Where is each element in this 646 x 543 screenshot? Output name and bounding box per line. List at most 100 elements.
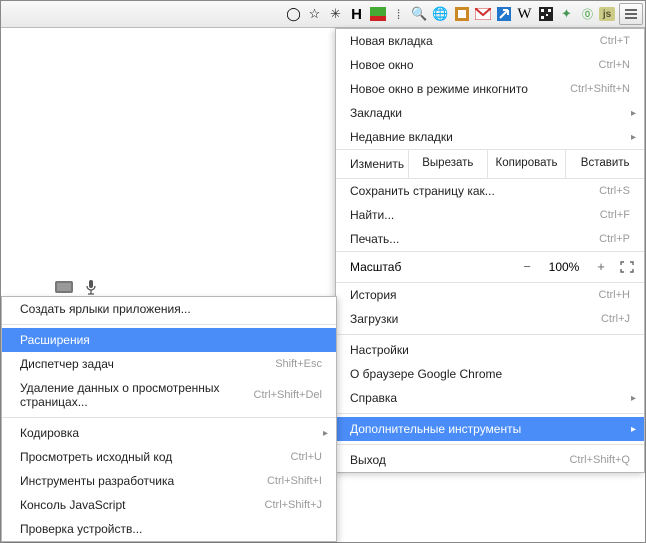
menu-label: Загрузки [350,312,398,326]
menu-label: Кодировка [20,426,79,440]
ext-bug-icon[interactable]: ✳ [326,5,345,24]
menu-label: Дополнительные инструменты [350,422,521,436]
hamburger-icon [624,8,638,20]
submenu-inspect-devices[interactable]: Проверка устройств... [2,517,336,541]
menu-new-tab[interactable]: Новая вкладка Ctrl+T [336,29,644,53]
menu-recent-tabs[interactable]: Недавние вкладки [336,125,644,149]
ext-zero-icon[interactable]: ⓪ [578,5,597,24]
menu-label: Новое окно в режиме инкогнито [350,82,528,96]
submenu-extensions[interactable]: Расширения [2,328,336,352]
menu-edit-row: Изменить Вырезать Копировать Вставить [336,149,644,179]
menu-label: Диспетчер задач [20,357,114,371]
zoom-label: Масштаб [350,260,514,274]
ext-flag-icon[interactable] [368,5,387,24]
menu-label: Печать... [350,232,399,246]
shortcut-text: Ctrl+F [600,209,630,221]
separator [336,413,644,414]
menu-print[interactable]: Печать... Ctrl+P [336,227,644,251]
ext-box-icon[interactable] [452,5,471,24]
menu-label: Инструменты разработчика [20,474,174,488]
ext-js-icon[interactable]: js [599,7,615,21]
shortcut-text: Ctrl+H [599,289,630,301]
ext-globe-icon[interactable]: 🌐 [431,5,450,24]
menu-exit[interactable]: Выход Ctrl+Shift+Q [336,448,644,472]
menu-label: Расширения [20,333,90,347]
separator [2,324,336,325]
ext-w-icon[interactable]: W [515,5,534,24]
submenu-create-shortcuts[interactable]: Создать ярлыки приложения... [2,297,336,321]
zoom-out-button[interactable]: − [514,256,540,278]
menu-label: Консоль JavaScript [20,498,125,512]
menu-label: Сохранить страницу как... [350,184,495,198]
menu-help[interactable]: Справка [336,386,644,410]
submenu-view-source[interactable]: Просмотреть исходный код Ctrl+U [2,445,336,469]
zoom-value: 100% [540,260,588,274]
menu-label: Просмотреть исходный код [20,450,172,464]
menu-label: О браузере Google Chrome [350,367,502,381]
menu-label: Новая вкладка [350,34,433,48]
ext-gmail-icon[interactable] [473,5,492,24]
menu-label: Создать ярлыки приложения... [20,302,191,316]
paste-button[interactable]: Вставить [565,150,644,178]
menu-bookmarks[interactable]: Закладки [336,101,644,125]
zoom-in-button[interactable]: + [588,256,614,278]
menu-zoom-row: Масштаб − 100% + [336,251,644,283]
search-input-icons [55,279,97,295]
menu-label: Проверка устройств... [20,522,142,536]
menu-label: Справка [350,391,397,405]
submenu-task-manager[interactable]: Диспетчер задач Shift+Esc [2,352,336,376]
submenu-encoding[interactable]: Кодировка [2,421,336,445]
fullscreen-icon [620,261,634,273]
menu-label: Новое окно [350,58,414,72]
shortcut-text: Shift+Esc [275,358,322,370]
chrome-main-menu: Новая вкладка Ctrl+T Новое окно Ctrl+N Нов… [335,28,645,473]
shortcut-text: Ctrl+Shift+J [265,499,322,511]
shortcut-text: Ctrl+U [291,451,322,463]
ext-qr-icon[interactable] [536,5,555,24]
shortcut-text: Ctrl+J [601,313,630,325]
shortcut-text: Ctrl+Shift+Q [569,454,630,466]
star-icon[interactable]: ☆ [305,5,324,24]
menu-incognito[interactable]: Новое окно в режиме инкогнитоCtrl+Shift+… [336,77,644,101]
menu-label: Найти... [350,208,394,222]
menu-label: Удаление данных о просмотренных страница… [20,381,254,409]
ext-dots-icon[interactable]: ⁞ [389,5,408,24]
menu-settings[interactable]: Настройки [336,338,644,362]
menu-button[interactable] [619,3,643,25]
ext-search-icon[interactable]: 🔍 [410,5,429,24]
shortcut-text: Ctrl+Shift+Del [254,389,322,401]
menu-new-window[interactable]: Новое окно Ctrl+N [336,53,644,77]
separator [336,444,644,445]
ext-arrow-icon[interactable] [494,5,513,24]
menu-history[interactable]: История Ctrl+H [336,283,644,307]
ext-evernote-icon[interactable]: ✦ [557,5,576,24]
submenu-dev-tools[interactable]: Инструменты разработчика Ctrl+Shift+I [2,469,336,493]
microphone-icon[interactable] [85,279,97,295]
menu-label: Выход [350,453,386,467]
copy-button[interactable]: Копировать [487,150,566,178]
menu-label: Закладки [350,106,402,120]
omnibox-marker-icon[interactable]: ◯ [284,5,303,24]
submenu-clear-data[interactable]: Удаление данных о просмотренных страница… [2,376,336,414]
menu-label: Недавние вкладки [350,130,453,144]
separator [336,334,644,335]
menu-about[interactable]: О браузере Google Chrome [336,362,644,386]
shortcut-text: Ctrl+Shift+I [267,475,322,487]
ext-h-icon[interactable]: H [347,5,366,24]
menu-find[interactable]: Найти... Ctrl+F [336,203,644,227]
shortcut-text: Ctrl+P [599,233,630,245]
menu-label: История [350,288,397,302]
menu-save-as[interactable]: Сохранить страницу как... Ctrl+S [336,179,644,203]
browser-toolbar: ◯ ☆ ✳ H ⁞ 🔍 🌐 W ✦ ⓪ js [1,1,645,28]
cut-button[interactable]: Вырезать [408,150,487,178]
shortcut-text: Ctrl+N [599,59,630,71]
shortcut-text: Ctrl+S [599,185,630,197]
separator [2,417,336,418]
menu-more-tools[interactable]: Дополнительные инструменты [336,417,644,441]
menu-label: Настройки [350,343,409,357]
fullscreen-button[interactable] [614,256,640,278]
menu-downloads[interactable]: Загрузки Ctrl+J [336,307,644,331]
keyboard-icon[interactable] [55,281,73,293]
shortcut-text: Ctrl+T [600,35,630,47]
submenu-js-console[interactable]: Консоль JavaScript Ctrl+Shift+J [2,493,336,517]
